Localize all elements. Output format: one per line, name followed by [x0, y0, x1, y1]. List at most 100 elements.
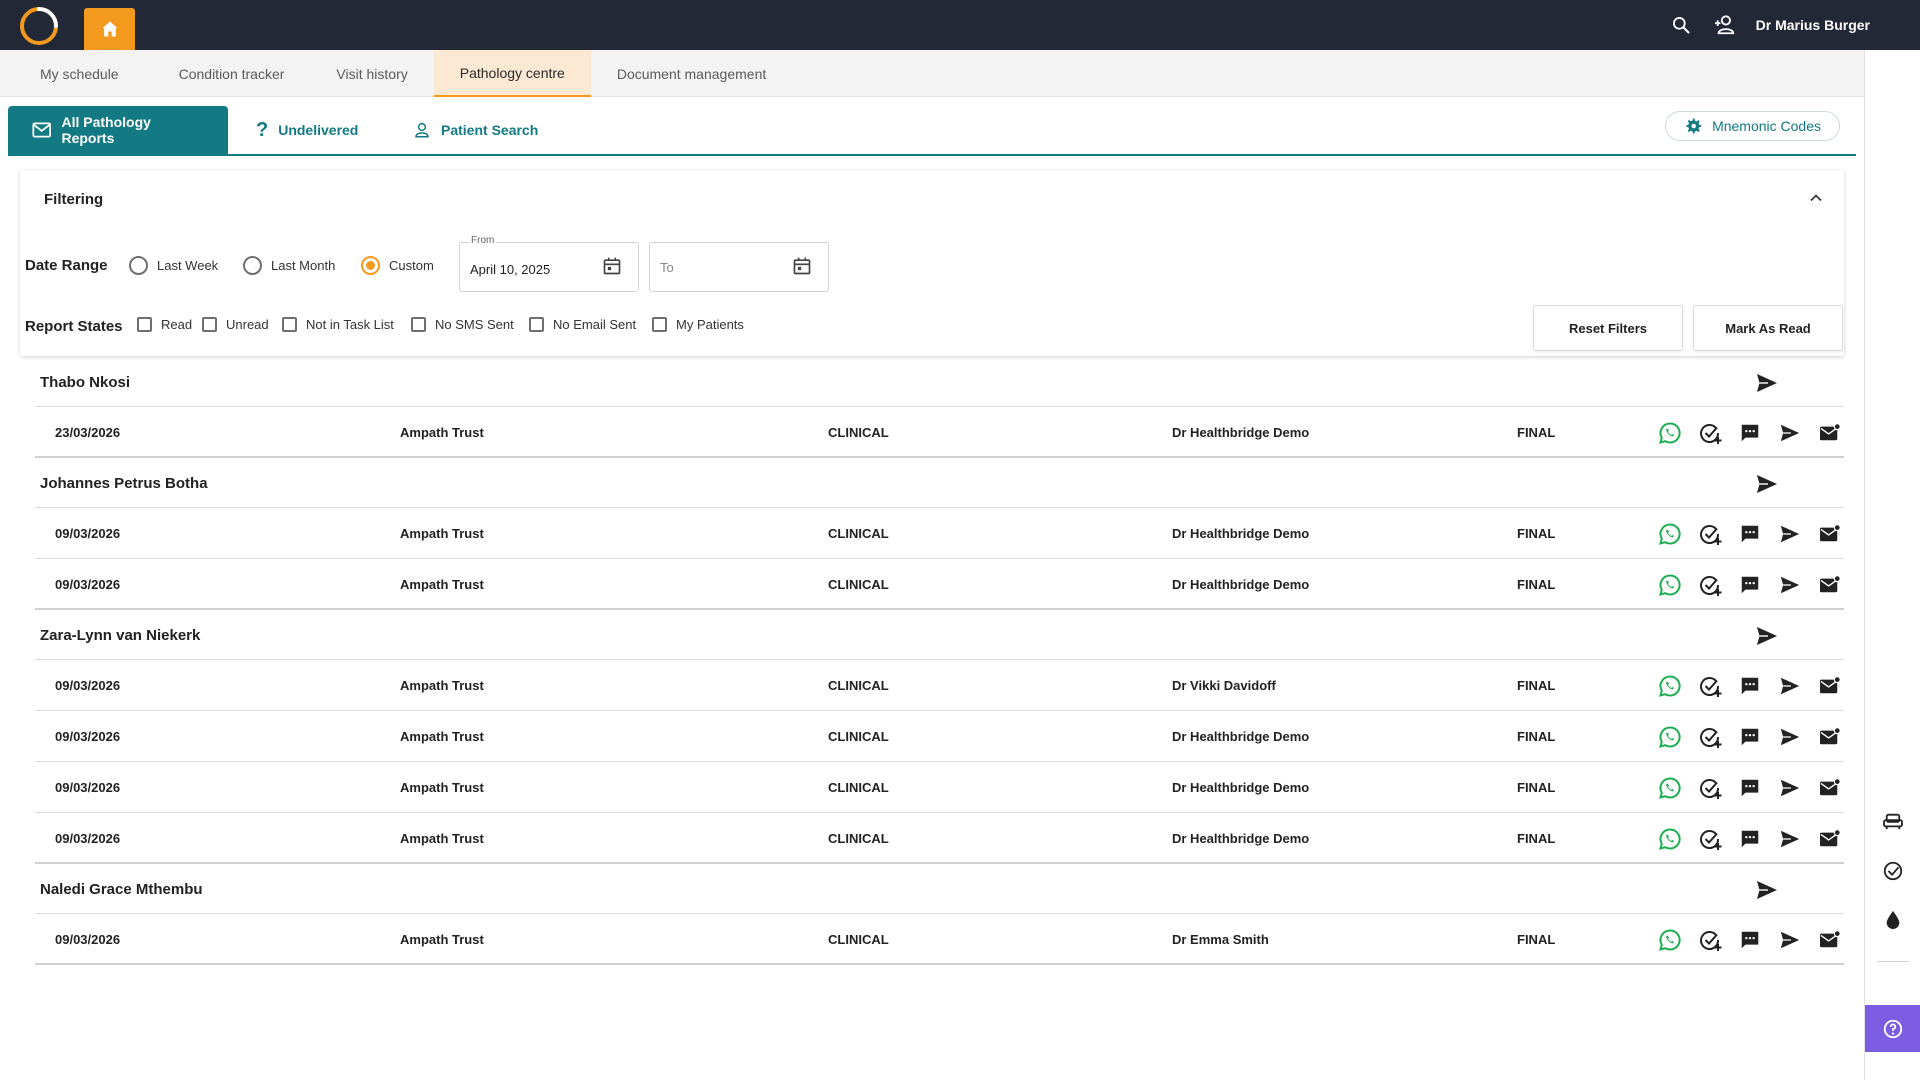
whatsapp-icon[interactable]: [1657, 420, 1683, 446]
task-add-icon[interactable]: [1697, 775, 1723, 801]
checkbox-read[interactable]: Read: [137, 317, 192, 332]
to-date-field[interactable]: To: [649, 242, 829, 292]
send-icon[interactable]: [1777, 927, 1803, 953]
whatsapp-icon[interactable]: [1657, 826, 1683, 852]
sms-icon[interactable]: [1737, 826, 1763, 852]
email-icon[interactable]: [1817, 673, 1843, 699]
drop-icon[interactable]: [1881, 908, 1905, 932]
radio-custom[interactable]: Custom: [361, 256, 434, 275]
report-date: 23/03/2026: [55, 425, 121, 440]
checkbox-no-sms-sent[interactable]: No SMS Sent: [411, 317, 514, 332]
email-icon[interactable]: [1817, 775, 1843, 801]
task-add-icon[interactable]: [1697, 521, 1723, 547]
checkbox-label: No Email Sent: [553, 317, 637, 332]
send-all-icon[interactable]: [1755, 624, 1779, 648]
help-button[interactable]: [1865, 1005, 1920, 1052]
task-add-icon[interactable]: [1697, 826, 1723, 852]
date-range-label: Date Range: [25, 257, 108, 274]
email-icon[interactable]: [1817, 420, 1843, 446]
report-row[interactable]: 09/03/2026 Ampath Trust CLINICAL Dr Heal…: [35, 762, 1844, 813]
sms-icon[interactable]: [1737, 927, 1763, 953]
send-icon[interactable]: [1777, 775, 1803, 801]
whatsapp-icon[interactable]: [1657, 927, 1683, 953]
report-row[interactable]: 09/03/2026 Ampath Trust CLINICAL Dr Vikk…: [35, 660, 1844, 711]
tab-pathology-centre[interactable]: Pathology centre: [433, 50, 591, 97]
sms-icon[interactable]: [1737, 775, 1763, 801]
checkbox-unread[interactable]: Unread: [202, 317, 269, 332]
search-button[interactable]: [1668, 12, 1694, 38]
mark-as-read-button[interactable]: Mark As Read: [1693, 305, 1843, 351]
checkbox-no-email-sent[interactable]: No Email Sent: [529, 317, 636, 332]
sms-icon[interactable]: [1737, 521, 1763, 547]
report-lab: Ampath Trust: [400, 577, 484, 592]
email-icon[interactable]: [1817, 724, 1843, 750]
task-add-icon[interactable]: [1697, 927, 1723, 953]
check-circle-icon[interactable]: [1881, 859, 1905, 883]
radio-last-week[interactable]: Last Week: [129, 256, 218, 275]
patient-name[interactable]: Zara-Lynn van Niekerk: [40, 627, 200, 644]
radio-last-month[interactable]: Last Month: [243, 256, 335, 275]
email-icon[interactable]: [1817, 826, 1843, 852]
calendar-icon[interactable]: [792, 256, 812, 276]
mnemonic-codes-button[interactable]: Mnemonic Codes: [1665, 111, 1840, 141]
user-menu[interactable]: Dr Marius Burger: [1756, 17, 1870, 33]
patient-name[interactable]: Johannes Petrus Botha: [40, 475, 208, 492]
tab-patient-search[interactable]: Patient Search: [413, 106, 538, 154]
send-all-icon[interactable]: [1755, 878, 1779, 902]
send-icon[interactable]: [1777, 521, 1803, 547]
add-patient-button[interactable]: [1712, 12, 1738, 38]
tab-document-management[interactable]: Document management: [591, 50, 792, 97]
task-add-icon[interactable]: [1697, 673, 1723, 699]
report-row[interactable]: 09/03/2026 Ampath Trust CLINICAL Dr Heal…: [35, 559, 1844, 610]
from-date-field[interactable]: From April 10, 2025: [459, 235, 639, 292]
reset-filters-button[interactable]: Reset Filters: [1533, 305, 1683, 351]
tab-my-schedule[interactable]: My schedule: [0, 50, 153, 97]
whatsapp-icon[interactable]: [1657, 521, 1683, 547]
chevron-up-icon[interactable]: [1806, 188, 1826, 208]
report-row[interactable]: 09/03/2026 Ampath Trust CLINICAL Dr Heal…: [35, 508, 1844, 559]
sms-icon[interactable]: [1737, 673, 1763, 699]
app-logo[interactable]: [18, 5, 60, 47]
report-status: FINAL: [1517, 577, 1556, 592]
calendar-icon[interactable]: [602, 256, 622, 276]
report-row[interactable]: 09/03/2026 Ampath Trust CLINICAL Dr Heal…: [35, 711, 1844, 762]
task-add-icon[interactable]: [1697, 420, 1723, 446]
checkbox-my-patients[interactable]: My Patients: [652, 317, 744, 332]
send-all-icon[interactable]: [1755, 371, 1779, 395]
send-icon[interactable]: [1777, 673, 1803, 699]
patient-name[interactable]: Thabo Nkosi: [40, 374, 130, 391]
home-button[interactable]: [84, 8, 135, 50]
whatsapp-icon[interactable]: [1657, 673, 1683, 699]
report-date: 09/03/2026: [55, 678, 121, 693]
checkbox-not-in-task-list[interactable]: Not in Task List: [282, 317, 394, 332]
sms-icon[interactable]: [1737, 724, 1763, 750]
report-row[interactable]: 09/03/2026 Ampath Trust CLINICAL Dr Emma…: [35, 914, 1844, 965]
radio-label: Last Month: [271, 258, 336, 273]
send-icon[interactable]: [1777, 826, 1803, 852]
whatsapp-icon[interactable]: [1657, 724, 1683, 750]
tab-undelivered[interactable]: ? Undelivered: [256, 106, 358, 154]
tab-visit-history[interactable]: Visit history: [310, 50, 433, 97]
whatsapp-icon[interactable]: [1657, 775, 1683, 801]
couch-icon[interactable]: [1881, 809, 1905, 833]
email-icon[interactable]: [1817, 521, 1843, 547]
task-add-icon[interactable]: [1697, 724, 1723, 750]
send-icon[interactable]: [1777, 724, 1803, 750]
sms-icon[interactable]: [1737, 420, 1763, 446]
report-row[interactable]: 23/03/2026 Ampath Trust CLINICAL Dr Heal…: [35, 407, 1844, 458]
report-row[interactable]: 09/03/2026 Ampath Trust CLINICAL Dr Heal…: [35, 813, 1844, 864]
whatsapp-icon[interactable]: [1657, 572, 1683, 598]
email-icon[interactable]: [1817, 572, 1843, 598]
send-icon[interactable]: [1777, 420, 1803, 446]
tab-all-pathology-reports[interactable]: All Pathology Reports: [8, 106, 228, 154]
checkbox-box: [411, 317, 426, 332]
send-icon[interactable]: [1777, 572, 1803, 598]
email-icon[interactable]: [1817, 927, 1843, 953]
patient-name[interactable]: Naledi Grace Mthembu: [40, 881, 203, 898]
tab-condition-tracker[interactable]: Condition tracker: [153, 50, 311, 97]
sms-icon[interactable]: [1737, 572, 1763, 598]
report-date: 09/03/2026: [55, 577, 121, 592]
radio-circle-checked: [361, 256, 380, 275]
send-all-icon[interactable]: [1755, 472, 1779, 496]
task-add-icon[interactable]: [1697, 572, 1723, 598]
